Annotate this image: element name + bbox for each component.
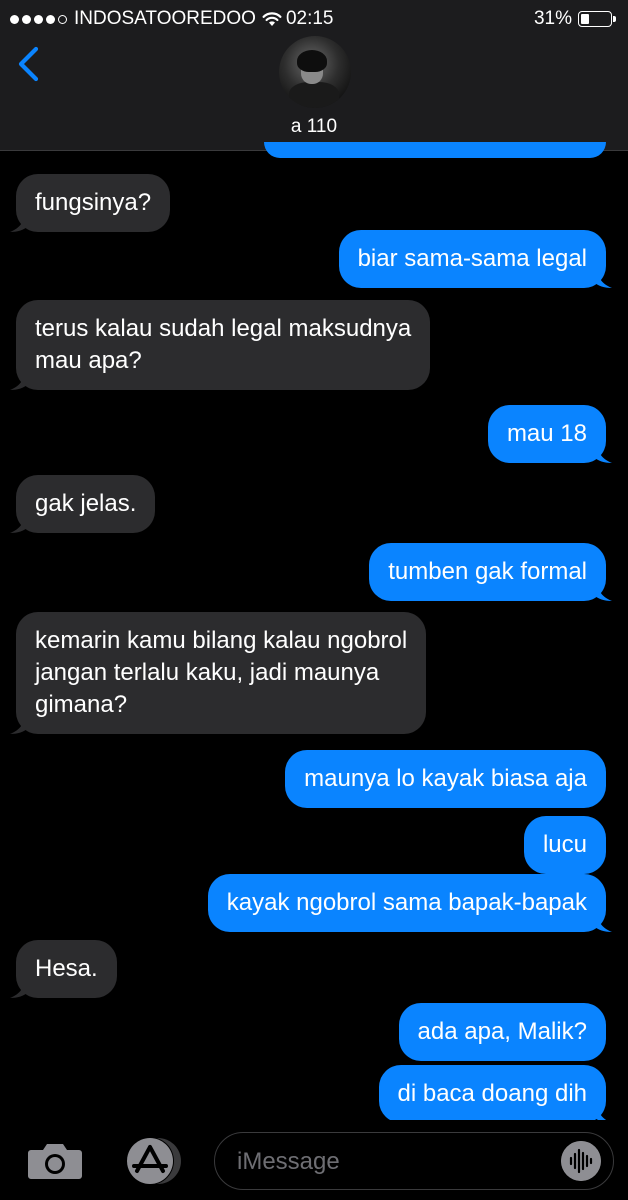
bubble-tail <box>10 980 28 998</box>
message-text: fungsinya? <box>35 189 152 216</box>
battery-percent: 31% <box>533 8 572 29</box>
message-text: kemarin kamu bilang kalau ngobrol jangan… <box>35 627 408 718</box>
bubble-tail <box>594 445 612 463</box>
message-text: Hesa. <box>35 955 98 982</box>
partial-outgoing-bubble <box>264 142 606 158</box>
message-text: gak jelas. <box>35 490 137 517</box>
wifi-icon <box>262 11 282 26</box>
message-text: ada apa, Malik? <box>417 1018 587 1045</box>
incoming-message[interactable]: kemarin kamu bilang kalau ngobrol jangan… <box>10 612 427 734</box>
contact-name[interactable]: a 110 <box>0 116 628 138</box>
outgoing-message[interactable]: mau 18 <box>487 405 612 463</box>
bubble-tail <box>10 515 28 533</box>
message-text: kayak ngobrol sama bapak-bapak <box>226 889 587 916</box>
bubble-tail <box>10 372 28 390</box>
input-placeholder: iMessage <box>237 1148 340 1175</box>
app-store-icon[interactable] <box>120 1136 184 1186</box>
incoming-message[interactable]: terus kalau sudah legal maksudnya mau ap… <box>10 300 431 390</box>
signal-strength-icon <box>10 14 67 24</box>
incoming-message[interactable]: fungsinya? <box>10 174 171 232</box>
outgoing-message[interactable]: biar sama-sama legal <box>338 230 612 288</box>
message-text: mau 18 <box>506 420 587 447</box>
outgoing-message[interactable]: ada apa, Malik? <box>398 1003 606 1061</box>
message-text: tumben gak formal <box>388 558 587 585</box>
outgoing-message[interactable]: kayak ngobrol sama bapak-bapak <box>207 874 612 932</box>
outgoing-message[interactable]: tumben gak formal <box>369 543 612 601</box>
carrier-name: INDOSATOOREDOO <box>74 8 256 29</box>
outgoing-message[interactable]: maunya lo kayak biasa aja <box>285 750 606 808</box>
battery-icon <box>578 11 616 27</box>
clock: 02:15 <box>285 8 334 29</box>
bubble-tail <box>594 914 612 932</box>
bubble-tail <box>10 716 28 734</box>
message-text: lucu <box>542 831 587 858</box>
outgoing-message[interactable]: di baca doang dih <box>378 1065 612 1123</box>
message-text: maunya lo kayak biasa aja <box>304 765 587 792</box>
outgoing-message[interactable]: lucu <box>523 816 606 874</box>
status-right: 31% <box>533 8 616 30</box>
incoming-message[interactable]: Hesa. <box>10 940 117 998</box>
camera-icon[interactable] <box>27 1142 83 1180</box>
message-text: biar sama-sama legal <box>357 245 587 272</box>
audio-waveform-icon[interactable] <box>561 1141 601 1181</box>
compose-bar: iMessage <box>0 1120 628 1200</box>
status-bar: INDOSATOOREDOO 02:15 31% <box>0 0 628 36</box>
bubble-tail <box>10 214 28 232</box>
conversation-header: a 110 <box>0 36 628 151</box>
bubble-tail <box>594 270 612 288</box>
message-text: di baca doang dih <box>397 1080 588 1107</box>
bubble-tail <box>594 583 612 601</box>
message-text: terus kalau sudah legal maksudnya mau ap… <box>35 315 412 374</box>
chevron-left-icon[interactable] <box>12 44 46 84</box>
incoming-message[interactable]: gak jelas. <box>10 475 156 533</box>
status-left: INDOSATOOREDOO 02:15 <box>10 8 333 30</box>
contact-avatar[interactable] <box>279 36 351 108</box>
message-thread: fungsinya? biar sama-sama legal terus kala… <box>0 142 628 1130</box>
imessage-input[interactable]: iMessage <box>214 1132 614 1190</box>
